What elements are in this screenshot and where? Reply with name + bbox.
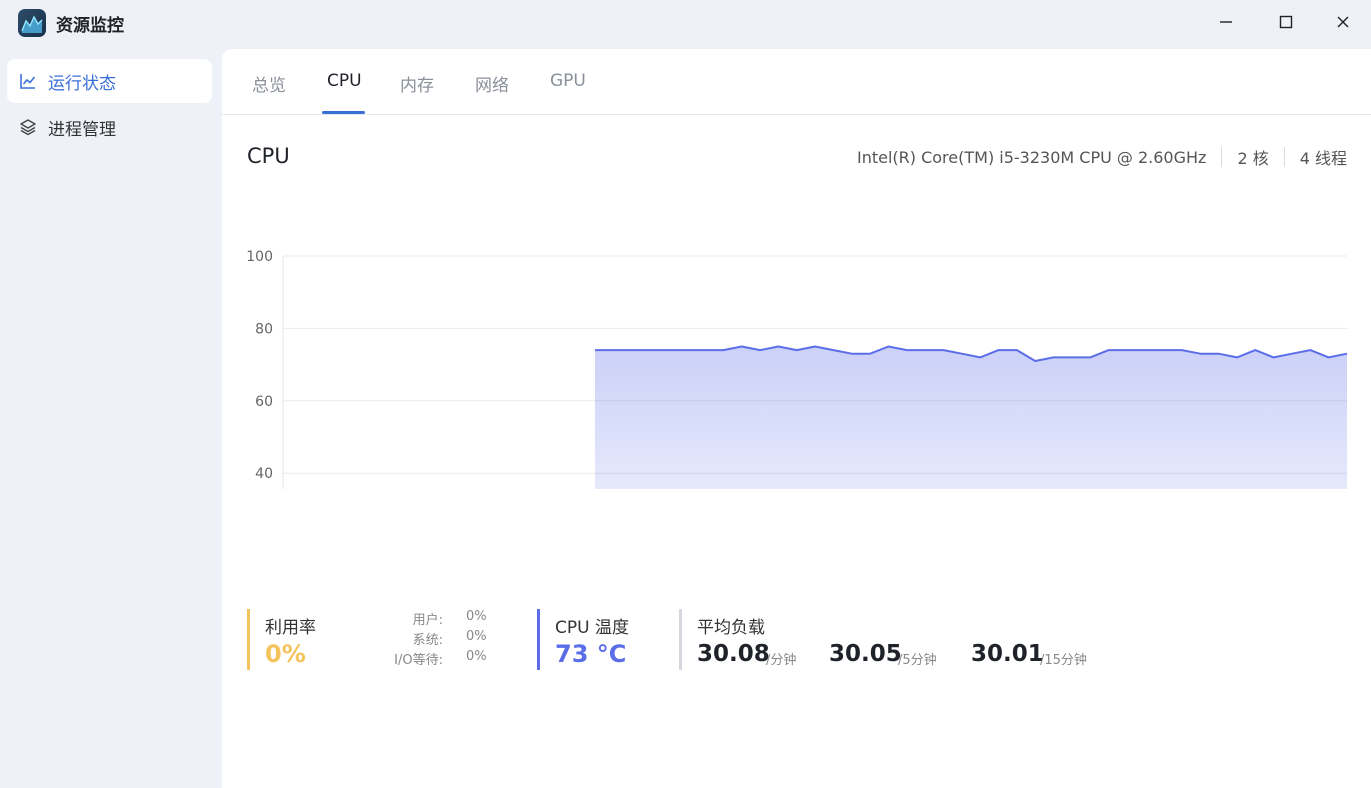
load-15min-value: 30.01 <box>971 641 1044 667</box>
load-1min-unit: /分钟 <box>766 653 797 668</box>
usage-label: 利用率 <box>265 618 316 638</box>
usage-stat: 利用率 0% 用户: 0% 系统: 0% I/O等待: 0% <box>247 609 507 670</box>
cpu-cores: 2 核 <box>1237 149 1269 168</box>
tab-memory[interactable]: 内存 <box>400 71 434 96</box>
y-tick-label: 80 <box>255 321 273 337</box>
y-tick-label: 60 <box>255 394 273 410</box>
sidebar: 运行状态 进程管理 <box>0 50 222 788</box>
cpu-info: Intel(R) Core(TM) i5-3230M CPU @ 2.60GHz… <box>857 145 1347 169</box>
load-1min-value: 30.08 <box>697 641 770 667</box>
maximize-button[interactable] <box>1271 8 1301 36</box>
close-icon <box>1337 16 1349 28</box>
cpu-model: Intel(R) Core(TM) i5-3230M CPU @ 2.60GHz <box>856 147 1207 167</box>
temperature-accent-bar <box>537 609 540 670</box>
divider <box>1283 147 1285 167</box>
active-tab-indicator <box>322 111 365 114</box>
system-label: 系统: <box>412 633 443 648</box>
main-panel: 总览 CPU 内存 网络 GPU CPU Intel(R) Core(TM) i… <box>222 49 1371 788</box>
load-average-stat: 平均负载 30.08 /分钟 30.05 /5分钟 30.01 /15分钟 <box>679 609 1129 670</box>
tab-overview[interactable]: 总览 <box>252 71 286 96</box>
line-chart-icon <box>18 71 38 91</box>
temperature-stat: CPU 温度 73 °C <box>537 609 657 670</box>
iowait-label: I/O等待: <box>394 653 443 668</box>
user-label: 用户: <box>412 613 443 628</box>
load-accent-bar <box>679 609 682 670</box>
load-5min-unit: /5分钟 <box>898 653 937 668</box>
tab-network[interactable]: 网络 <box>475 71 509 96</box>
sidebar-item-label: 运行状态 <box>48 73 116 94</box>
minimize-button[interactable] <box>1211 8 1241 36</box>
load-5min-value: 30.05 <box>829 641 902 667</box>
tab-bar: 总览 CPU 内存 网络 GPU <box>222 49 1371 115</box>
y-tick-label: 100 <box>246 249 273 265</box>
cpu-title: CPU <box>247 144 290 168</box>
minimize-icon <box>1220 21 1232 23</box>
user-value: 0% <box>466 609 487 624</box>
iowait-value: 0% <box>466 649 487 664</box>
load-15min-unit: /15分钟 <box>1040 653 1087 668</box>
sidebar-item-status[interactable]: 运行状态 <box>7 59 212 103</box>
stats-panel: 利用率 0% 用户: 0% 系统: 0% I/O等待: 0% CPU 温度 73… <box>247 609 1347 671</box>
cpu-threads: 4 线程 <box>1299 149 1347 168</box>
title-bar: 资源监控 <box>0 0 1371 46</box>
divider <box>1221 147 1223 167</box>
temperature-value: 73 °C <box>555 640 627 668</box>
close-button[interactable] <box>1328 8 1358 36</box>
y-tick-label: 40 <box>255 466 273 482</box>
sidebar-item-processes[interactable]: 进程管理 <box>7 105 212 149</box>
tab-cpu[interactable]: CPU <box>327 71 362 91</box>
tab-gpu[interactable]: GPU <box>550 71 586 91</box>
maximize-icon <box>1279 15 1293 29</box>
usage-accent-bar <box>247 609 250 670</box>
system-value: 0% <box>466 629 487 644</box>
layers-icon <box>18 117 38 137</box>
app-title: 资源监控 <box>56 16 124 36</box>
load-label: 平均负载 <box>697 618 765 638</box>
cpu-usage-chart: 10080604020 <box>246 249 1348 489</box>
usage-value: 0% <box>265 640 306 668</box>
sidebar-item-label: 进程管理 <box>48 119 116 140</box>
app-logo-icon <box>18 9 46 37</box>
temperature-label: CPU 温度 <box>555 618 629 638</box>
usage-area-fill <box>595 346 1347 489</box>
